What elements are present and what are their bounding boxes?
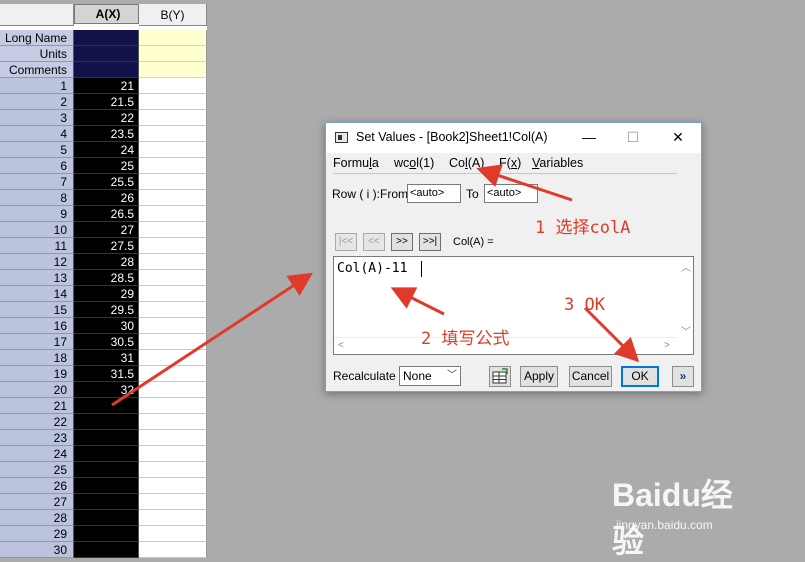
annotation-step2: 2 填写公式: [421, 329, 510, 349]
watermark: Baidu经验 jingyan.baidu.com: [612, 470, 762, 559]
arrow-to-formula-text: [390, 287, 445, 316]
annotation-step1: 1 选择colA: [535, 218, 631, 238]
arrow-to-formula-box: [111, 272, 314, 407]
watermark-logo: Baidu经验: [612, 477, 733, 559]
arrow-to-col-a-menu: [476, 164, 573, 202]
watermark-url: jingyan.baidu.com: [616, 518, 713, 532]
arrow-to-ok-button: [583, 306, 640, 363]
annotation-step3: 3 OK: [564, 295, 605, 315]
